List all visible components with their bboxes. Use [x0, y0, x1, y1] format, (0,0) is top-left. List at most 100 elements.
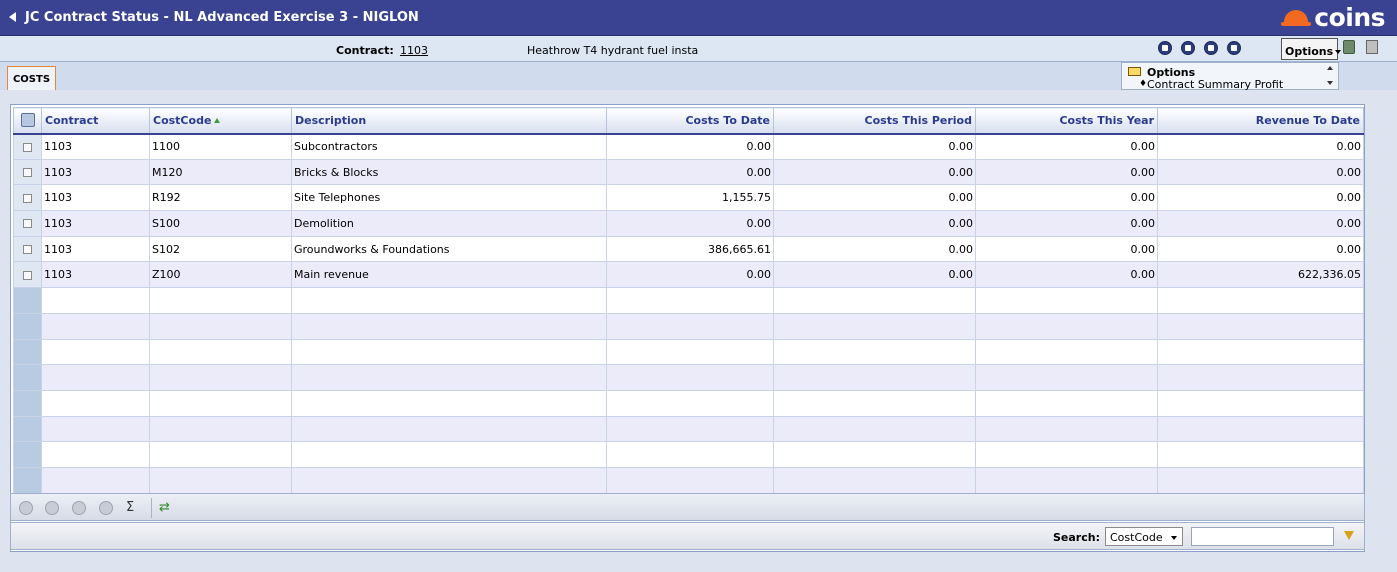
cell-costs-this-year: 0.00: [975, 210, 1158, 237]
pager-next-icon[interactable]: [72, 501, 86, 515]
cell-contract: 1103: [41, 133, 150, 160]
cell-costs-to-date: 1,155.75: [606, 184, 774, 212]
cell-costs-to-date: 0.00: [606, 261, 774, 289]
header-costcode-label: CostCode: [153, 113, 212, 127]
bullet-icon: ♦: [1139, 79, 1148, 89]
search-input[interactable]: [1191, 527, 1334, 546]
title-bar: JC Contract Status - NL Advanced Exercis…: [0, 0, 1397, 36]
cell-revenue-to-date: 0.00: [1157, 184, 1364, 212]
pager-prev-icon[interactable]: [45, 501, 59, 515]
empty-row: [13, 415, 1364, 443]
logo-text: coins: [1314, 3, 1385, 32]
cell-costs-this-period: 0.00: [773, 235, 976, 263]
grid-panel: Contract CostCode Description Costs To D…: [10, 104, 1365, 552]
row-select[interactable]: [13, 184, 42, 212]
chevron-down-icon: [1171, 536, 1177, 540]
header-costs-this-period[interactable]: Costs This Period: [773, 107, 976, 135]
search-field-select[interactable]: CostCode: [1105, 527, 1183, 546]
cell-costcode: S102: [149, 235, 292, 263]
empty-row: [13, 466, 1364, 494]
clipboard-icon[interactable]: [1343, 40, 1355, 54]
cell-costs-to-date: 386,665.61: [606, 235, 774, 263]
cell-costs-this-period: 0.00: [773, 158, 976, 186]
table-row[interactable]: 1103 S100 Demolition 0.00 0.00 0.00 0.00: [13, 210, 1364, 237]
pager-last-icon[interactable]: [99, 501, 113, 515]
row-select[interactable]: [13, 158, 42, 186]
cell-description: Site Telephones: [291, 184, 607, 212]
filter-icon[interactable]: [1344, 531, 1354, 540]
cell-description: Bricks & Blocks: [291, 158, 607, 186]
cell-revenue-to-date: 0.00: [1157, 210, 1364, 237]
main-content: Contract CostCode Description Costs To D…: [0, 90, 1397, 572]
column-chooser-icon: [20, 113, 35, 128]
empty-row: [13, 287, 1364, 314]
column-chooser[interactable]: [13, 107, 42, 135]
header-contract[interactable]: Contract: [41, 107, 150, 135]
cell-costcode: R192: [149, 184, 292, 212]
tab-costs[interactable]: COSTS: [7, 66, 56, 91]
table-row[interactable]: 1103 1100 Subcontractors 0.00 0.00 0.00 …: [13, 133, 1364, 160]
back-arrow-icon[interactable]: [9, 12, 16, 22]
row-checkbox[interactable]: [23, 142, 32, 152]
cell-revenue-to-date: 0.00: [1157, 133, 1364, 160]
cell-costs-this-period: 0.00: [773, 261, 976, 289]
row-checkbox[interactable]: [23, 168, 32, 178]
calculator-icon[interactable]: [1366, 40, 1378, 54]
cell-contract: 1103: [41, 261, 150, 289]
first-record-icon[interactable]: [1158, 41, 1172, 55]
chevron-down-icon: [1335, 50, 1342, 54]
row-checkbox[interactable]: [23, 219, 32, 229]
cell-costs-to-date: 0.00: [606, 210, 774, 237]
row-select[interactable]: [13, 261, 42, 289]
header-revenue-to-date[interactable]: Revenue To Date: [1157, 107, 1364, 135]
table-row[interactable]: 1103 S102 Groundworks & Foundations 386,…: [13, 235, 1364, 263]
prev-record-icon[interactable]: [1181, 41, 1195, 55]
empty-row: [13, 364, 1364, 391]
scroll-up-icon[interactable]: [1327, 66, 1333, 70]
cell-costcode: M120: [149, 158, 292, 186]
options-panel: Options ♦ Contract Summary Profit: [1121, 62, 1339, 91]
next-record-icon[interactable]: [1204, 41, 1218, 55]
cell-contract: 1103: [41, 235, 150, 263]
scroll-down-icon[interactable]: [1327, 81, 1333, 85]
table-row[interactable]: 1103 M120 Bricks & Blocks 0.00 0.00 0.00…: [13, 158, 1364, 186]
cell-costs-this-period: 0.00: [773, 133, 976, 160]
grid-header-row: Contract CostCode Description Costs To D…: [13, 107, 1364, 135]
pager-first-icon[interactable]: [19, 501, 33, 515]
cell-costs-this-year: 0.00: [975, 261, 1158, 289]
empty-row: [13, 312, 1364, 340]
last-record-icon[interactable]: [1227, 41, 1241, 55]
header-costs-to-date[interactable]: Costs To Date: [606, 107, 774, 135]
cell-costs-this-period: 0.00: [773, 184, 976, 212]
table-row[interactable]: 1103 Z100 Main revenue 0.00 0.00 0.00 62…: [13, 261, 1364, 289]
cell-costcode: 1100: [149, 133, 292, 160]
header-costcode[interactable]: CostCode: [149, 107, 292, 135]
pager-divider: [151, 498, 152, 518]
cell-contract: 1103: [41, 158, 150, 186]
contract-code-link[interactable]: 1103: [400, 44, 428, 57]
row-checkbox[interactable]: [23, 245, 32, 255]
row-checkbox[interactable]: [23, 270, 32, 280]
cell-costs-to-date: 0.00: [606, 158, 774, 186]
cell-costcode: S100: [149, 210, 292, 237]
options-button[interactable]: Options: [1281, 38, 1342, 60]
hardhat-icon: [1281, 10, 1312, 26]
header-description[interactable]: Description: [291, 107, 607, 135]
cell-revenue-to-date: 622,336.05: [1157, 261, 1364, 289]
header-costs-this-year[interactable]: Costs This Year: [975, 107, 1158, 135]
search-label: Search:: [1053, 531, 1100, 544]
row-checkbox[interactable]: [23, 193, 32, 203]
options-label: Options: [1285, 45, 1334, 58]
row-select[interactable]: [13, 235, 42, 263]
cell-contract: 1103: [41, 184, 150, 212]
cell-costs-this-year: 0.00: [975, 158, 1158, 186]
row-select[interactable]: [13, 210, 42, 237]
row-select[interactable]: [13, 133, 42, 160]
table-row[interactable]: 1103 R192 Site Telephones 1,155.75 0.00 …: [13, 184, 1364, 212]
cell-costcode: Z100: [149, 261, 292, 289]
contract-label: Contract:: [336, 44, 394, 57]
sum-icon[interactable]: Σ: [126, 500, 134, 515]
contract-description: Heathrow T4 hydrant fuel insta: [527, 44, 699, 57]
cell-costs-this-year: 0.00: [975, 235, 1158, 263]
refresh-icon[interactable]: ⇄: [159, 500, 170, 515]
